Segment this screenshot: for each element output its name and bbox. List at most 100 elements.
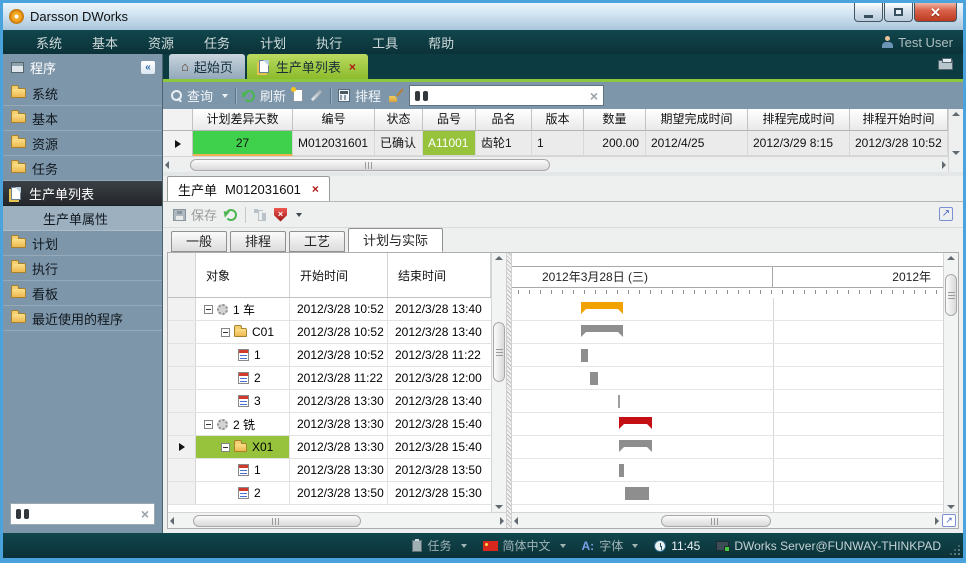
- resize-grip[interactable]: [950, 545, 960, 555]
- sidebar-item-recent-programs[interactable]: 最近使用的程序: [3, 306, 162, 331]
- grid-header-status[interactable]: 状态: [375, 109, 423, 130]
- scroll-down-arrow[interactable]: [495, 505, 503, 509]
- tree-row[interactable]: 2 铣2012/3/28 13:302012/3/28 15:40: [168, 413, 491, 436]
- expander-icon[interactable]: [204, 305, 213, 314]
- expander-icon[interactable]: [221, 328, 230, 337]
- scroll-up-arrow[interactable]: [947, 256, 955, 260]
- expand-gantt-icon[interactable]: ↗: [942, 514, 956, 527]
- sidebar-item-basic[interactable]: 基本: [3, 106, 162, 131]
- branch-structure-button[interactable]: [254, 209, 266, 221]
- grid-header-name[interactable]: 品名: [476, 109, 532, 130]
- scroll-right-arrow[interactable]: [942, 161, 946, 169]
- grid-header-due[interactable]: 期望完成时间: [646, 109, 748, 130]
- expander-icon[interactable]: [204, 420, 213, 429]
- tree-row[interactable]: 32012/3/28 13:302012/3/28 13:40: [168, 390, 491, 413]
- gantt-bar[interactable]: [581, 349, 588, 362]
- maximize-button[interactable]: [884, 3, 913, 22]
- gantt-bar[interactable]: [619, 440, 652, 447]
- scroll-right-arrow[interactable]: [935, 517, 939, 525]
- scroll-thumb[interactable]: [190, 159, 550, 171]
- sidebar-item-plan[interactable]: 计划: [3, 231, 162, 256]
- tree-row[interactable]: 1 车2012/3/28 10:522012/3/28 13:40: [168, 298, 491, 321]
- scroll-thumb[interactable]: [493, 322, 505, 382]
- menu-item-basic[interactable]: 基本: [77, 33, 133, 52]
- expander-icon[interactable]: [221, 443, 230, 452]
- grid-header-qty[interactable]: 数量: [584, 109, 646, 130]
- grid-header-version[interactable]: 版本: [532, 109, 584, 130]
- grid-header-code[interactable]: 编号: [293, 109, 375, 130]
- gantt-bar[interactable]: [590, 372, 598, 385]
- new-document-button[interactable]: [293, 89, 303, 102]
- tab-start-page[interactable]: ⌂起始页: [169, 54, 245, 79]
- sidebar-search-input[interactable]: [33, 505, 137, 523]
- detail-tab-general[interactable]: 一般: [171, 231, 227, 252]
- tree-header-col-1[interactable]: 开始时间: [290, 253, 388, 297]
- gantt-bar[interactable]: [619, 417, 652, 424]
- scroll-left-arrow[interactable]: [165, 161, 169, 169]
- close-tab-icon[interactable]: ×: [312, 182, 319, 196]
- clear-search-icon[interactable]: ×: [141, 507, 149, 521]
- tree-row[interactable]: 22012/3/28 13:502012/3/28 15:30: [168, 482, 491, 505]
- open-external-icon[interactable]: ↗: [939, 207, 953, 221]
- sidebar-item-production-order-props[interactable]: 生产单属性: [3, 206, 162, 231]
- gantt-bar[interactable]: [625, 487, 649, 500]
- tab-production-order-list[interactable]: 生产单列表×: [247, 54, 368, 79]
- toolbar-search-input[interactable]: [433, 89, 585, 103]
- schedule-button[interactable]: 排程: [338, 86, 381, 105]
- tree-header-col-2[interactable]: 结束时间: [388, 253, 491, 297]
- minimize-button[interactable]: [854, 3, 883, 22]
- doc-tab-production-order[interactable]: 生产单 M012031601 ×: [167, 176, 330, 201]
- gantt-bar[interactable]: [581, 325, 623, 332]
- query-button[interactable]: 查询: [171, 86, 228, 105]
- menu-item-tools[interactable]: 工具: [357, 33, 413, 52]
- gantt-bar[interactable]: [619, 464, 624, 477]
- broom-clear-button[interactable]: [388, 89, 402, 102]
- scroll-left-arrow[interactable]: [170, 517, 174, 525]
- sidebar-item-production-order-list[interactable]: 生产单列表: [3, 181, 162, 206]
- tree-row[interactable]: 12012/3/28 13:302012/3/28 13:50: [168, 459, 491, 482]
- sidebar-item-resource[interactable]: 资源: [3, 131, 162, 156]
- scroll-thumb[interactable]: [661, 515, 771, 527]
- user-area[interactable]: Test User: [882, 35, 953, 50]
- sidebar-item-execute[interactable]: 执行: [3, 256, 162, 281]
- sidebar-item-task[interactable]: 任务: [3, 156, 162, 181]
- detail-tab-plan-vs-actual[interactable]: 计划与实际: [348, 228, 443, 252]
- sidebar-collapse-button[interactable]: «: [140, 60, 156, 75]
- grid-header-diff[interactable]: 计划差异天数: [193, 109, 293, 130]
- clear-search-icon[interactable]: ×: [590, 89, 598, 103]
- menu-item-resource[interactable]: 资源: [133, 33, 189, 52]
- printer-icon[interactable]: [938, 60, 953, 70]
- scroll-down-arrow[interactable]: [952, 151, 960, 155]
- detail-tab-schedule[interactable]: 排程: [230, 231, 286, 252]
- tree-row[interactable]: 22012/3/28 11:222012/3/28 12:00: [168, 367, 491, 390]
- scroll-up-arrow[interactable]: [952, 112, 960, 116]
- grid-header-item[interactable]: 品号: [423, 109, 476, 130]
- validate-shield-button[interactable]: ×: [274, 208, 302, 222]
- menu-item-plan[interactable]: 计划: [245, 33, 301, 52]
- grid-header-sched-start[interactable]: 排程开始时间: [850, 109, 948, 130]
- edit-pencil-button[interactable]: [311, 90, 322, 101]
- scroll-thumb[interactable]: [945, 274, 957, 316]
- gantt-bar[interactable]: [618, 395, 620, 408]
- menu-item-system[interactable]: 系统: [21, 33, 77, 52]
- scroll-down-arrow[interactable]: [947, 505, 955, 509]
- scroll-right-arrow[interactable]: [500, 517, 504, 525]
- refresh-button[interactable]: 刷新: [243, 86, 286, 105]
- tree-row[interactable]: X012012/3/28 13:302012/3/28 15:40: [168, 436, 491, 459]
- title-bar[interactable]: Darsson DWorks ✕: [3, 3, 963, 30]
- detail-tab-process[interactable]: 工艺: [289, 231, 345, 252]
- tree-row[interactable]: 12012/3/28 10:522012/3/28 11:22: [168, 344, 491, 367]
- scroll-left-arrow[interactable]: [514, 517, 518, 525]
- close-button[interactable]: ✕: [914, 3, 957, 22]
- sidebar-item-kanban[interactable]: 看板: [3, 281, 162, 306]
- refresh-button[interactable]: [225, 209, 237, 221]
- status-font-dropdown[interactable]: 字体: [582, 537, 639, 554]
- save-button[interactable]: 保存: [173, 205, 217, 224]
- scroll-thumb[interactable]: [193, 515, 361, 527]
- grid-header-sched-end[interactable]: 排程完成时间: [748, 109, 850, 130]
- menu-item-execute[interactable]: 执行: [301, 33, 357, 52]
- grid-row[interactable]: 27M012031601已确认A11001齿轮11200.002012/4/25…: [163, 131, 948, 156]
- scroll-up-arrow[interactable]: [495, 256, 503, 260]
- menu-item-help[interactable]: 帮助: [413, 33, 469, 52]
- status-language-dropdown[interactable]: 简体中文: [483, 537, 566, 554]
